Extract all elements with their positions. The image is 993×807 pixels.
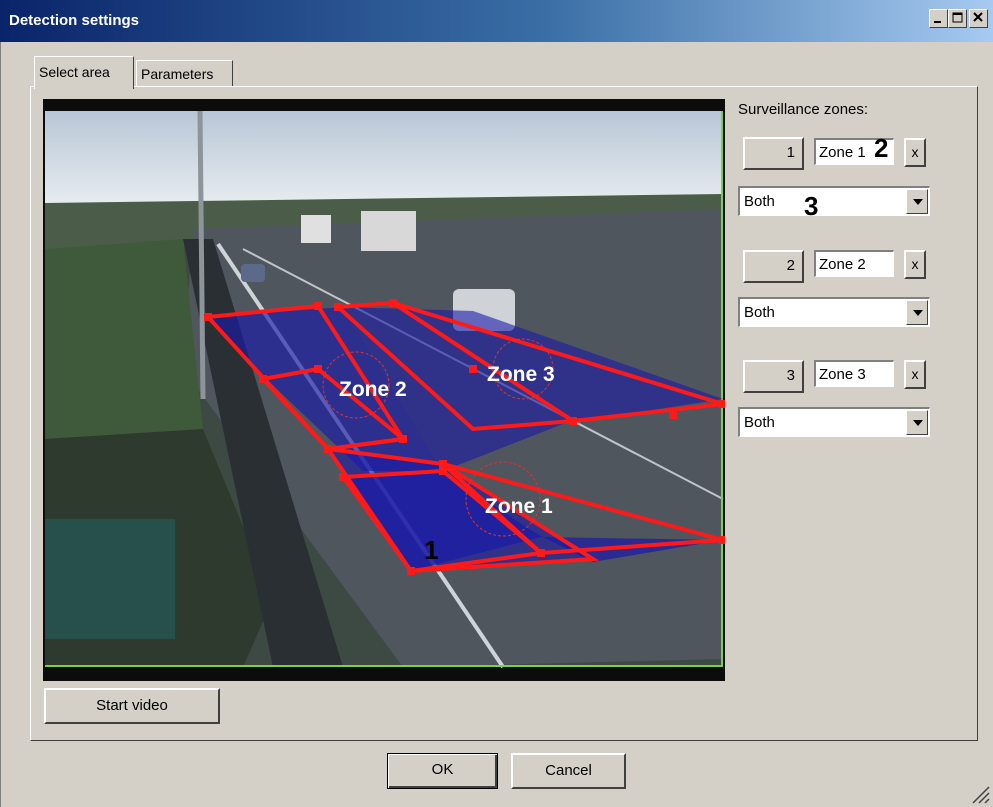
zone-3-direction-value: Both: [744, 414, 775, 431]
zone-1-number-button[interactable]: 1: [743, 137, 804, 170]
zone-1-overlay-label: Zone 1: [485, 495, 553, 518]
zone-3-direction-select[interactable]: Both: [738, 407, 930, 437]
tab-select-area[interactable]: Select area: [34, 56, 134, 89]
zone-2-overlay-label: Zone 2: [339, 378, 407, 401]
start-video-button[interactable]: Start video: [44, 688, 220, 724]
zone-3-remove-button[interactable]: x: [904, 360, 926, 389]
minimize-button[interactable]: [929, 9, 948, 28]
ok-button[interactable]: OK: [387, 753, 498, 789]
close-button[interactable]: [969, 9, 988, 28]
zone-3-name-field[interactable]: [814, 360, 894, 387]
resize-grip-icon[interactable]: [969, 783, 991, 805]
title-bar: Detection settings: [0, 0, 993, 42]
zone-1-remove-button[interactable]: x: [904, 138, 926, 167]
cancel-button[interactable]: Cancel: [511, 753, 626, 789]
zone-1-direction-select[interactable]: Both: [738, 186, 930, 216]
zone-1-direction-value: Both: [744, 193, 775, 210]
callout-3: 3: [804, 191, 819, 221]
zone-2-direction-select[interactable]: Both: [738, 297, 930, 327]
chevron-down-icon[interactable]: [906, 300, 928, 325]
surveillance-zones-label: Surveillance zones:: [738, 101, 869, 118]
callout-2: 2: [874, 133, 889, 163]
window-title: Detection settings: [9, 12, 140, 29]
chevron-down-icon[interactable]: [906, 410, 928, 435]
zone-2-number-button[interactable]: 2: [743, 250, 804, 283]
callout-1: 1: [424, 535, 439, 565]
zone-2-direction-value: Both: [744, 304, 775, 321]
zone-2-name-field[interactable]: [814, 250, 894, 277]
chevron-down-icon[interactable]: [906, 189, 928, 214]
minimize-icon: [934, 21, 941, 23]
maximize-icon: [952, 12, 963, 23]
close-icon: [973, 12, 983, 22]
zone-3-number-button[interactable]: 3: [743, 360, 804, 393]
zone-2-remove-button[interactable]: x: [904, 250, 926, 279]
maximize-button[interactable]: [948, 9, 967, 28]
zone-3-overlay-label: Zone 3: [487, 363, 555, 386]
video-preview[interactable]: Zone 2 Zone 3 Zone 1: [43, 99, 725, 681]
video-frame[interactable]: Zone 2 Zone 3 Zone 1: [43, 99, 725, 681]
tab-parameters[interactable]: Parameters: [136, 60, 233, 87]
